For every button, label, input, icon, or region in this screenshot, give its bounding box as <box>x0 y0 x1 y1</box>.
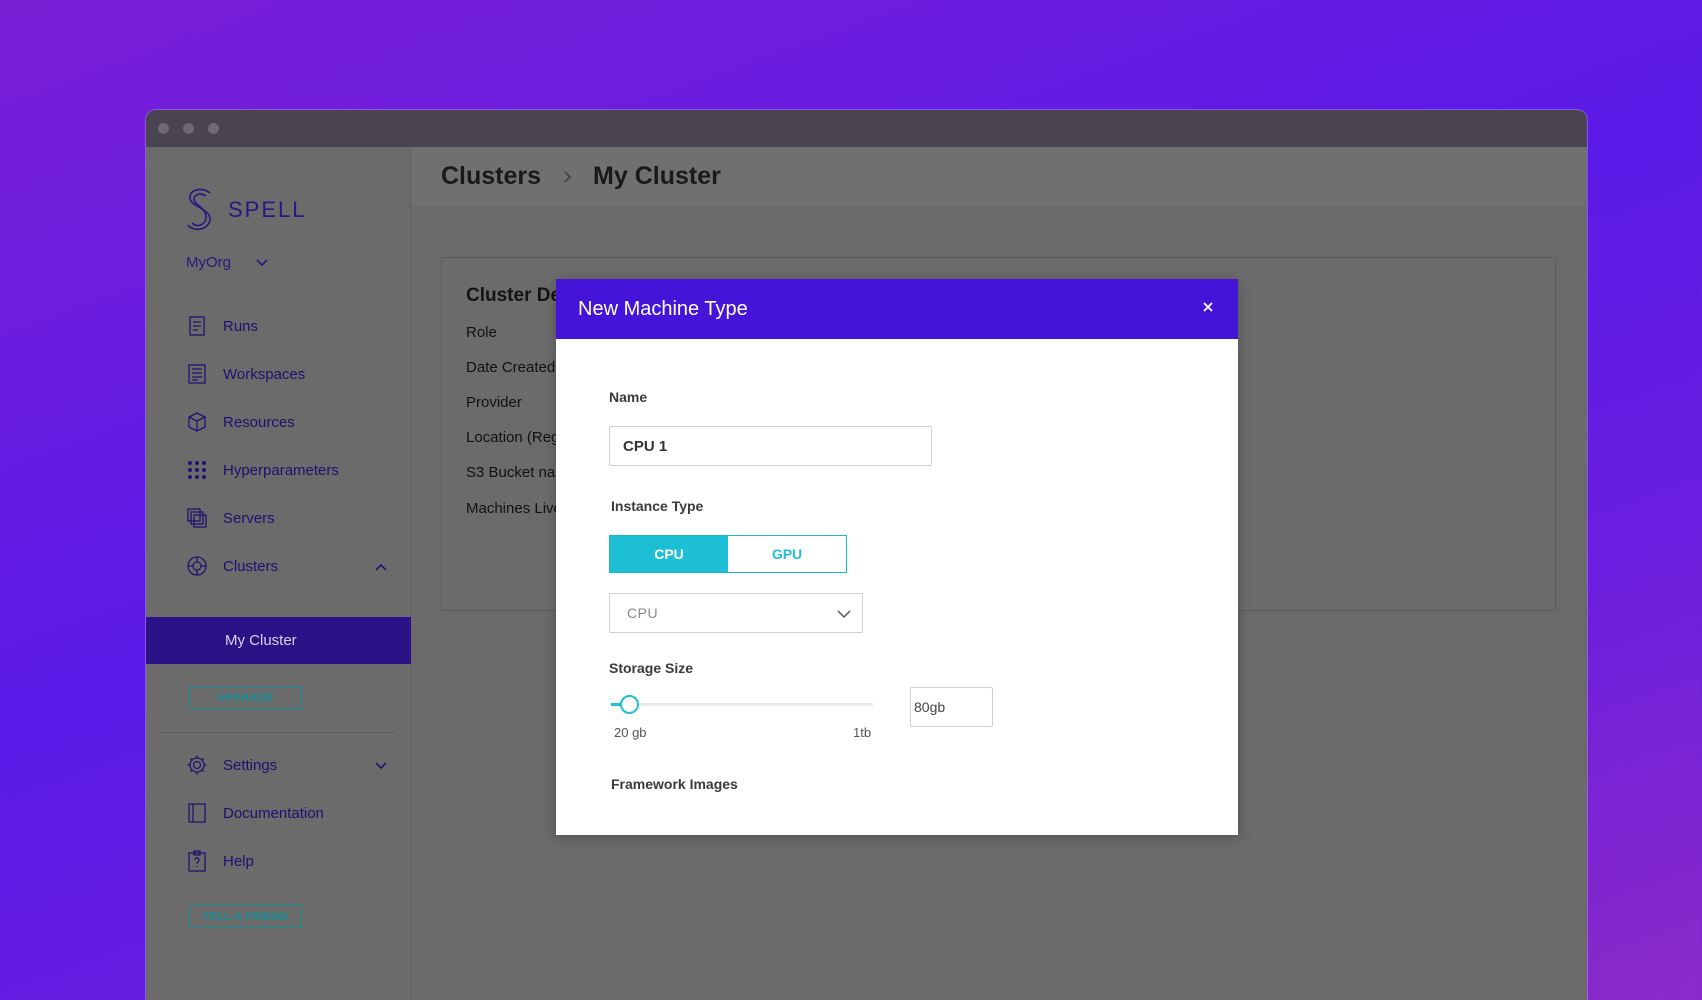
name-input[interactable]: CPU 1 <box>609 426 932 466</box>
instance-type-toggle: CPU GPU <box>609 535 847 573</box>
org-name: MyOrg <box>186 254 231 271</box>
sidebar-item-label: Workspaces <box>223 365 306 383</box>
sidebar: SPELL MyOrg Runs Workspaces Resources Hy… <box>146 147 411 1000</box>
chevron-down-icon <box>837 610 851 619</box>
brand-name: SPELL <box>228 197 307 222</box>
sidebar-item-label: Help <box>223 852 254 870</box>
chevron-up-icon[interactable] <box>374 560 388 574</box>
breadcrumb: Clusters My Cluster <box>411 147 1587 206</box>
sidebar-item-label: Documentation <box>223 804 324 822</box>
modal-title: New Machine Type <box>578 297 748 320</box>
chevron-right-icon <box>564 170 572 183</box>
cube-icon <box>186 411 208 433</box>
name-label: Name <box>609 389 648 405</box>
sidebar-item-servers[interactable]: Servers <box>186 504 275 532</box>
cpu-toggle-button[interactable]: CPU <box>610 536 728 572</box>
card-title: Cluster De <box>466 285 562 306</box>
org-switcher[interactable]: MyOrg <box>186 254 269 271</box>
storage-slider-thumb[interactable] <box>620 695 640 714</box>
page-title: My Cluster <box>593 162 721 190</box>
window-minimize-dot[interactable] <box>183 123 194 134</box>
sidebar-item-runs[interactable]: Runs <box>186 312 258 340</box>
close-icon[interactable] <box>1200 299 1216 315</box>
sidebar-item-hyperparameters[interactable]: Hyperparameters <box>186 456 339 484</box>
sidebar-item-resources[interactable]: Resources <box>186 408 295 436</box>
storage-max-label: 1tb <box>853 725 872 740</box>
detail-label: Role <box>466 324 497 341</box>
storage-slider[interactable] <box>611 695 873 714</box>
sidebar-divider <box>160 732 396 733</box>
help-icon <box>186 850 208 872</box>
sidebar-item-workspaces[interactable]: Workspaces <box>186 360 305 388</box>
chevron-down-icon <box>256 258 268 266</box>
sidebar-item-help[interactable]: Help <box>186 847 254 875</box>
workspaces-icon <box>186 363 208 385</box>
detail-label: S3 Bucket nar <box>466 464 561 481</box>
sidebar-item-label: Runs <box>223 317 259 335</box>
sidebar-subitem-my-cluster[interactable]: My Cluster <box>146 617 411 664</box>
sidebar-item-label: Servers <box>223 509 275 527</box>
framework-images-label: Framework Images <box>611 776 738 792</box>
sidebar-item-settings[interactable]: Settings <box>186 751 277 779</box>
sidebar-item-label: Resources <box>223 413 295 431</box>
instance-type-select[interactable]: CPU <box>609 593 863 633</box>
sidebar-item-documentation[interactable]: Documentation <box>186 799 324 827</box>
storage-size-label: Storage Size <box>609 660 694 676</box>
breadcrumb-parent[interactable]: Clusters <box>441 162 541 191</box>
window-close-dot[interactable] <box>158 123 169 134</box>
window-maximize-dot[interactable] <box>208 123 219 134</box>
tell-a-friend-button[interactable]: TELL A FRIEND <box>189 905 302 928</box>
gpu-toggle-button[interactable]: GPU <box>728 536 846 572</box>
gear-icon <box>186 754 208 776</box>
storage-size-input[interactable]: 80gb <box>910 687 993 727</box>
chevron-down-icon[interactable] <box>374 759 388 773</box>
instance-select-value: CPU <box>627 605 659 621</box>
window-titlebar <box>146 110 1587 147</box>
hyperparameters-icon <box>186 459 208 481</box>
instance-type-label: Instance Type <box>611 498 704 514</box>
detail-label: Provider <box>466 394 522 411</box>
storage-min-label: 20 gb <box>614 725 647 740</box>
detail-label: Machines Live <box>466 500 562 517</box>
upgrade-button[interactable]: UPGRADE <box>189 686 302 709</box>
book-icon <box>186 802 208 824</box>
logo[interactable]: SPELL <box>184 187 307 233</box>
spell-logo-icon <box>187 188 211 231</box>
sidebar-item-label: Settings <box>223 756 278 774</box>
sidebar-item-label: Clusters <box>223 557 279 575</box>
servers-icon <box>186 507 208 529</box>
clusters-icon <box>186 555 208 577</box>
runs-icon <box>186 315 208 337</box>
sidebar-item-clusters[interactable]: Clusters <box>186 552 278 580</box>
modal-header: New Machine Type <box>556 279 1238 339</box>
detail-label: Location (Reg <box>466 429 560 446</box>
new-machine-type-modal: New Machine Type Name CPU 1 Instance Typ… <box>556 279 1238 835</box>
sidebar-item-label: Hyperparameters <box>223 461 339 479</box>
detail-label: Date Created <box>466 359 556 376</box>
